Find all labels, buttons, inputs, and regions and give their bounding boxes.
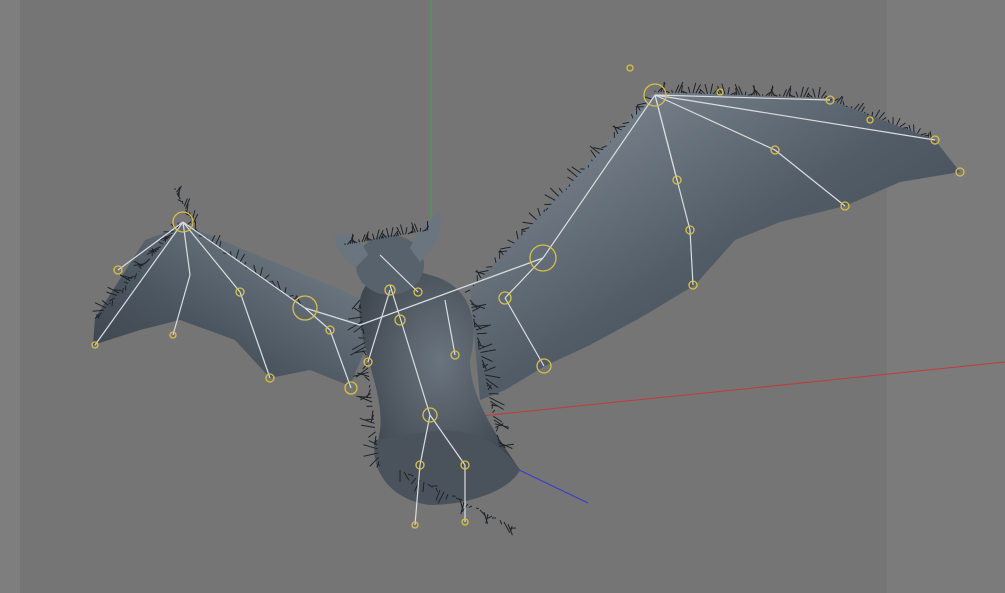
fur-strand <box>464 289 471 293</box>
fur-strand <box>499 249 504 256</box>
fur-strand <box>476 332 487 335</box>
bat-model[interactable] <box>91 64 965 536</box>
fur-strand <box>727 87 730 95</box>
fur-strand <box>528 212 537 221</box>
viewport-canvas[interactable] <box>0 0 1005 593</box>
fur-strand <box>364 418 375 421</box>
fur-strand <box>709 83 714 95</box>
fur-strand <box>752 85 758 96</box>
fur-strand <box>871 111 874 117</box>
fur-strand <box>800 86 804 98</box>
fur-strand <box>744 91 747 96</box>
fur-strand <box>782 89 788 97</box>
fur-strand <box>917 128 921 134</box>
fur-strand <box>522 221 533 225</box>
fur-strand <box>590 149 597 158</box>
fur-strand <box>507 523 513 536</box>
right-wing-membrane[interactable] <box>470 92 960 400</box>
fur-strand <box>692 82 697 94</box>
fur-strand <box>111 300 114 307</box>
fur-strand <box>790 95 796 98</box>
fur-strand <box>861 106 865 113</box>
fur-strand <box>507 239 515 244</box>
fur-strand <box>544 194 556 201</box>
left-wing-membrane[interactable] <box>93 225 365 386</box>
rig-joint[interactable] <box>626 64 634 72</box>
fur-strand <box>899 122 906 128</box>
fur-strand <box>361 424 376 428</box>
fur-strand <box>181 200 184 205</box>
fur-strand <box>358 337 365 339</box>
fur-strand <box>817 86 821 98</box>
fur-strand <box>368 384 371 388</box>
fur-strand <box>494 257 497 263</box>
fur-strand <box>845 105 848 108</box>
x-axis-line <box>461 361 1005 419</box>
fur-strand <box>495 426 499 432</box>
fur-strand <box>468 505 473 508</box>
fur-strand <box>537 207 541 217</box>
fur-strand <box>875 109 881 118</box>
fur-strand <box>807 95 810 98</box>
fur-strand <box>927 132 930 138</box>
fur-strand <box>492 409 496 413</box>
fur-strand <box>515 231 519 240</box>
fur-strand <box>750 90 756 96</box>
fur-strand <box>367 431 376 438</box>
fur-strand <box>896 117 901 126</box>
fur-strand <box>177 199 182 203</box>
fur-strand <box>411 475 413 477</box>
fur-strand <box>866 113 869 116</box>
fur-strand <box>878 111 885 120</box>
z-axis-line <box>514 467 589 504</box>
fur-strand <box>854 103 860 110</box>
fur-strand <box>903 127 908 129</box>
fur-strand <box>499 519 503 525</box>
fur-strand <box>571 166 582 174</box>
fur-strand <box>405 227 408 235</box>
fur-strand <box>920 133 927 136</box>
fur-strand <box>400 224 404 235</box>
fur-strand <box>812 88 816 98</box>
3d-viewport[interactable] <box>0 0 1005 593</box>
fur-strand <box>364 376 370 382</box>
fur-strand <box>186 221 192 226</box>
fur-strand <box>489 397 505 406</box>
fur-strand <box>522 230 526 232</box>
fur-strand <box>850 106 853 109</box>
fur-strand <box>358 239 361 243</box>
fur-strand <box>475 507 479 510</box>
fur-strand <box>589 145 600 154</box>
fur-strand <box>671 89 673 93</box>
fur-strand <box>908 124 911 131</box>
fur-strand <box>491 403 494 409</box>
fur-strand <box>795 91 799 98</box>
fur-strand <box>778 93 781 97</box>
fur-strand <box>486 266 493 268</box>
fur-strand <box>906 127 909 130</box>
fur-strand <box>493 415 503 423</box>
fur-strand <box>882 117 887 121</box>
fur-strand <box>549 187 560 197</box>
fur-strand <box>842 101 845 106</box>
fur-strand <box>687 86 691 94</box>
